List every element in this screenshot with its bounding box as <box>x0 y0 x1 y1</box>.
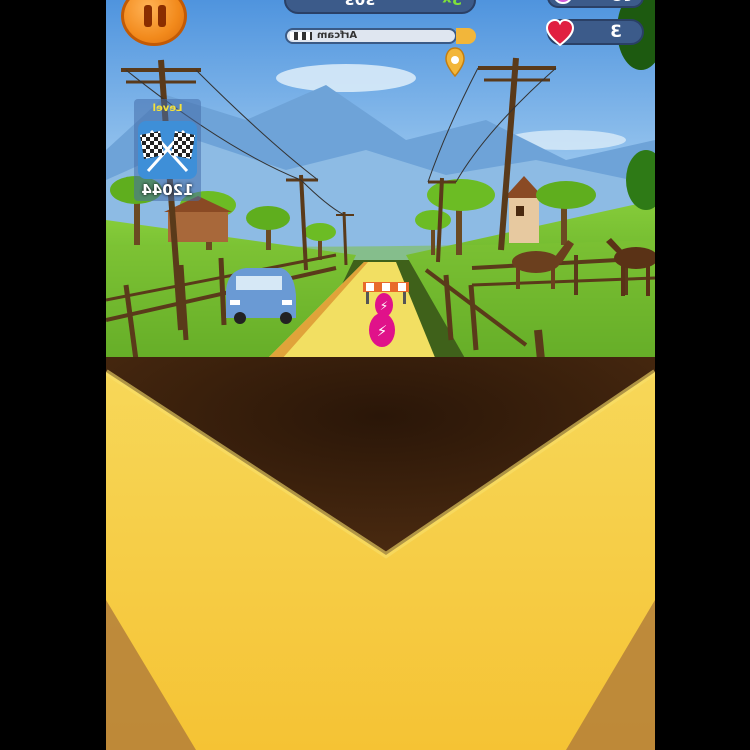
score-panel: 303 2x <box>284 0 476 14</box>
tower-right <box>509 195 539 243</box>
pause-icon-bar <box>158 5 166 27</box>
cloud <box>276 64 416 92</box>
level-number: 12044 <box>141 181 194 199</box>
progress-fill-end <box>456 28 476 44</box>
progress-label: Arfcam <box>317 30 358 41</box>
location-pin-icon <box>445 47 465 78</box>
game-viewport: ⚡ ⚡ 303 2x Arfcam 12 <box>106 0 655 750</box>
level-indicator: Level 12044 <box>134 99 201 201</box>
level-progress-bar: Arfcam <box>285 28 457 44</box>
score-multiplier: 2x <box>442 0 462 8</box>
checkered-flag-icon <box>290 32 312 40</box>
checkered-flags-icon <box>138 121 197 179</box>
level-title: Level <box>152 103 183 114</box>
lives-counter: 3 <box>545 18 644 47</box>
pink-coin: ⚡ <box>369 313 395 347</box>
gem-count: 12 <box>611 0 632 4</box>
lives-count: 3 <box>610 22 622 42</box>
heart-icon <box>545 18 575 47</box>
svg-text:⚡: ⚡ <box>380 299 388 313</box>
score-value: 303 <box>286 0 434 8</box>
gem-counter: 12 <box>547 0 644 8</box>
pause-icon <box>144 5 152 27</box>
gem-icon <box>553 0 573 4</box>
blue-car <box>226 268 296 324</box>
svg-text:⚡: ⚡ <box>377 322 388 340</box>
